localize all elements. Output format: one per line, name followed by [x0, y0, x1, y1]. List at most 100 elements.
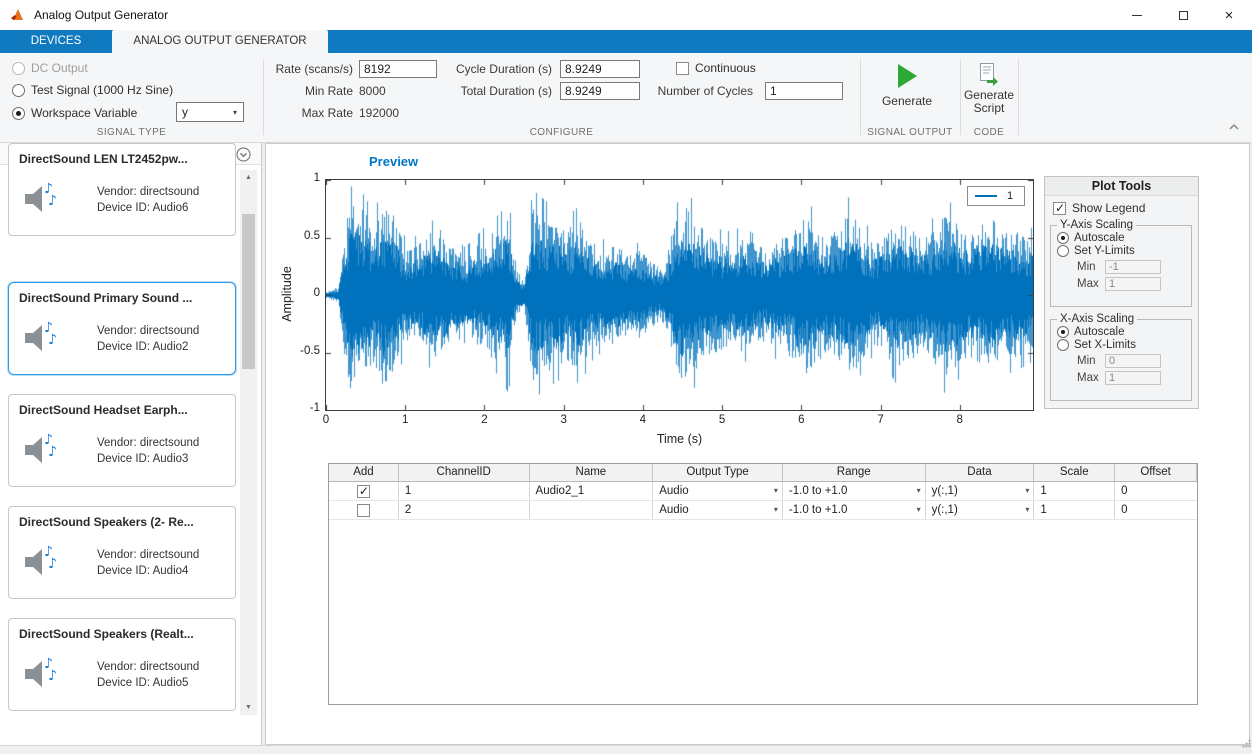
device-card-audio4[interactable]: DirectSound Speakers (2- Re... ♪♪ Vendor…: [8, 506, 236, 599]
number-of-cycles-label: Number of Cycles: [629, 83, 753, 99]
x-tick-label: 5: [707, 414, 737, 426]
audio-device-icon: ♪♪: [19, 653, 61, 700]
device-card-audio6[interactable]: DirectSound LEN LT2452pw... ♪♪ Vendor: d…: [8, 143, 236, 236]
row2-range[interactable]: -1.0 to +1.0▾: [783, 501, 926, 519]
minimize-button[interactable]: [1114, 0, 1160, 30]
chevron-down-icon[interactable]: ▾: [774, 482, 778, 500]
script-icon: [977, 62, 1001, 89]
generate-button[interactable]: Generate: [869, 56, 945, 128]
maximize-button[interactable]: [1160, 0, 1206, 30]
device-id: Device ID: Audio6: [97, 200, 199, 216]
x-max-input[interactable]: [1105, 371, 1161, 385]
continuous-label: Continuous: [695, 61, 756, 75]
y-tick-label: -0.5: [284, 345, 320, 357]
y-axis-scaling-group: Y-Axis Scaling Autoscale Set Y-Limits Mi…: [1050, 219, 1192, 307]
device-name: DirectSound Speakers (Realt...: [9, 619, 235, 641]
workspace-variable-dropdown[interactable]: y ▾: [176, 102, 244, 122]
x-tick-label: 6: [786, 414, 816, 426]
chevron-down-icon[interactable]: ▾: [917, 482, 921, 500]
radio-test-signal[interactable]: Test Signal (1000 Hz Sine): [12, 83, 173, 97]
device-list-scrollbar[interactable]: ▲ ▼: [240, 170, 257, 715]
row1-output-type[interactable]: Audio▾: [653, 482, 783, 500]
row2-data[interactable]: y(:,1)▾: [926, 501, 1035, 519]
col-name: Name: [530, 464, 654, 481]
row1-channel-id: 1: [399, 482, 530, 500]
x-tick-label: 7: [866, 414, 896, 426]
x-axis-scaling-title: X-Axis Scaling: [1057, 313, 1137, 325]
y-max-input[interactable]: [1105, 277, 1161, 291]
resize-grip[interactable]: [1242, 735, 1251, 753]
x-autoscale-radio[interactable]: Autoscale: [1057, 326, 1185, 338]
row2-name[interactable]: [530, 501, 654, 519]
row2-output-type[interactable]: Audio▾: [653, 501, 783, 519]
y-autoscale-label: Autoscale: [1074, 232, 1125, 244]
collapse-device-list-icon[interactable]: [236, 147, 251, 167]
col-channelid: ChannelID: [399, 464, 530, 481]
svg-text:♪: ♪: [48, 556, 57, 572]
chevron-down-icon[interactable]: ▾: [774, 501, 778, 519]
show-legend-checkbox[interactable]: Show Legend: [1053, 201, 1145, 215]
y-max-label: Max: [1077, 278, 1105, 290]
y-axis-scaling-title: Y-Axis Scaling: [1057, 219, 1136, 231]
row2-add-checkbox[interactable]: [357, 504, 370, 517]
device-card-audio5[interactable]: DirectSound Speakers (Realt... ♪♪ Vendor…: [8, 618, 236, 711]
chevron-down-icon[interactable]: ▾: [917, 501, 921, 519]
device-vendor: Vendor: directsound: [97, 184, 199, 200]
scroll-down-icon[interactable]: ▼: [240, 700, 257, 715]
x-axis-label: Time (s): [325, 432, 1034, 446]
number-of-cycles-input[interactable]: [765, 82, 843, 100]
continuous-checkbox-box: [676, 62, 689, 75]
x-min-input[interactable]: [1105, 354, 1161, 368]
play-icon: [898, 64, 917, 88]
y-min-input[interactable]: [1105, 260, 1161, 274]
total-duration-label: Total Duration (s): [428, 83, 552, 99]
y-set-limits-radio[interactable]: Set Y-Limits: [1057, 245, 1185, 257]
tab-devices[interactable]: DEVICES: [0, 30, 113, 53]
scroll-up-icon[interactable]: ▲: [240, 170, 257, 185]
device-card-audio3[interactable]: DirectSound Headset Earph... ♪♪ Vendor: …: [8, 394, 236, 487]
total-duration-input[interactable]: [560, 82, 640, 100]
row1-data[interactable]: y(:,1)▾: [926, 482, 1035, 500]
row1-add-checkbox[interactable]: [357, 485, 370, 498]
radio-workspace-variable-label: Workspace Variable: [31, 106, 137, 120]
min-rate-value: 8000: [359, 83, 386, 99]
rate-input[interactable]: [359, 60, 437, 78]
channel-table-header: Add ChannelID Name Output Type Range Dat…: [329, 464, 1197, 482]
row2-offset[interactable]: 0: [1115, 501, 1197, 519]
x-set-limits-radio[interactable]: Set X-Limits: [1057, 339, 1185, 351]
x-tick-label: 4: [628, 414, 658, 426]
col-scale: Scale: [1034, 464, 1115, 481]
radio-dc-output[interactable]: DC Output: [12, 61, 88, 75]
svg-text:♪: ♪: [48, 193, 57, 209]
col-output-type: Output Type: [653, 464, 783, 481]
row2-scale[interactable]: 1: [1034, 501, 1115, 519]
device-card-audio2[interactable]: DirectSound Primary Sound ... ♪♪ Vendor:…: [8, 282, 236, 375]
channel-table: Add ChannelID Name Output Type Range Dat…: [328, 463, 1198, 705]
device-name: DirectSound Speakers (2- Re...: [9, 507, 235, 529]
svg-text:♪: ♪: [48, 668, 57, 684]
generate-script-button[interactable]: Generate Script: [962, 56, 1016, 128]
row1-offset[interactable]: 0: [1115, 482, 1197, 500]
y-autoscale-radio[interactable]: Autoscale: [1057, 232, 1185, 244]
row1-name[interactable]: Audio2_1: [530, 482, 654, 500]
collapse-ribbon-button[interactable]: [1228, 119, 1240, 137]
close-button[interactable]: ×: [1206, 0, 1252, 30]
chevron-down-icon[interactable]: ▾: [1025, 482, 1029, 500]
radio-dc-output-circle: [12, 62, 25, 75]
row1-scale[interactable]: 1: [1034, 482, 1115, 500]
row1-range[interactable]: -1.0 to +1.0▾: [783, 482, 926, 500]
tab-analog-output-generator[interactable]: ANALOG OUTPUT GENERATOR: [112, 30, 328, 53]
ribbon-divider: [1018, 59, 1019, 135]
row2-channel-id: 2: [399, 501, 530, 519]
x-tick-label: 3: [549, 414, 579, 426]
continuous-checkbox[interactable]: Continuous: [676, 61, 756, 75]
radio-workspace-variable[interactable]: Workspace Variable: [12, 106, 137, 120]
x-autoscale-label: Autoscale: [1074, 326, 1125, 338]
maximize-icon: [1179, 11, 1188, 20]
scrollbar-thumb[interactable]: [242, 214, 255, 369]
legend-line-sample: [975, 195, 997, 197]
cycle-duration-input[interactable]: [560, 60, 640, 78]
chevron-down-icon[interactable]: ▾: [1025, 501, 1029, 519]
show-legend-label: Show Legend: [1072, 201, 1145, 215]
y-tick-label: 1: [284, 172, 320, 184]
